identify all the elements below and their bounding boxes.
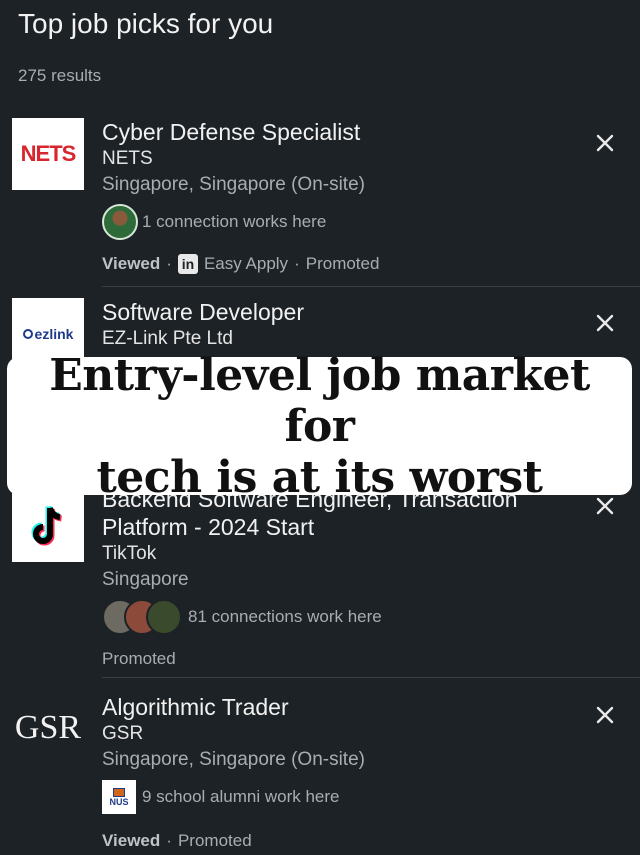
viewed-label: Viewed [102,831,161,850]
job-company: NETS [102,148,153,169]
easy-apply-label: Easy Apply [203,254,289,273]
gsr-logo-text: GSR [14,709,82,746]
school-logo-text: NUS [109,796,129,807]
job-card-cyber-defense[interactable]: NETS Cyber Defense Specialist NETS Singa… [0,118,640,288]
job-company: GSR [102,723,144,744]
banner-line-2: tech is at its worst [96,451,543,503]
job-company: TikTok [102,543,157,564]
close-icon [596,134,614,152]
divider [102,286,640,287]
job-title[interactable]: Cyber Defense Specialist [102,118,580,146]
company-logo-nets: NETS [12,118,84,190]
company-logo-gsr: GSR [12,692,84,764]
job-title[interactable]: Algorithmic Trader [102,693,580,721]
tiktok-icon [31,505,63,546]
connection-insight: 81 connections work here [102,597,580,637]
job-card-algorithmic-trader[interactable]: GSR Algorithmic Trader GSR Singapore, Si… [0,690,640,855]
divider [102,677,640,678]
banner-line-1: Entry-level job market for [49,349,590,452]
dismiss-button[interactable] [592,310,618,336]
job-footer: Viewed · in Easy Apply · Promoted [102,254,380,274]
promoted-label: Promoted [177,831,252,850]
nets-logo-text: NETS [20,141,77,166]
results-count: 275 results [18,66,102,85]
job-card-backend-engineer[interactable]: Platform - 2024 Start TikTok Singapore 8… [0,480,640,670]
close-icon [596,314,614,332]
job-footer: Promoted [102,647,580,671]
job-footer: Viewed · Promoted [102,831,252,850]
alumni-insight: NUS 9 school alumni work here [102,777,580,817]
promoted-label: Promoted [102,649,176,668]
job-title[interactable]: Software Developer [102,298,580,326]
avatar [102,204,138,240]
ezlink-logo-text: ezlink [34,326,74,342]
avatar [146,599,182,635]
viewed-label: Viewed [102,254,161,273]
connection-insight: 1 connection works here [102,202,580,242]
headline-banner: Entry-level job market for tech is at it… [7,350,632,503]
linkedin-icon: in [177,254,198,274]
ezlink-logo-icon [22,329,33,339]
dismiss-button[interactable] [592,702,618,728]
job-location: Singapore, Singapore (On-site) [102,174,365,195]
promoted-label: Promoted [305,254,380,273]
job-location: Singapore, Singapore (On-site) [102,749,365,770]
insight-text: 9 school alumni work here [142,787,340,806]
close-icon [596,706,614,724]
page-title: Top job picks for you [18,8,274,39]
job-location: Singapore [102,569,189,590]
school-crest-icon [113,787,125,797]
job-title[interactable]: Platform - 2024 Start [102,513,580,541]
dismiss-button[interactable] [592,130,618,156]
insight-text: 1 connection works here [142,212,327,231]
school-logo: NUS [102,780,136,814]
job-company: EZ-Link Pte Ltd [102,328,233,349]
insight-text: 81 connections work here [188,607,382,626]
